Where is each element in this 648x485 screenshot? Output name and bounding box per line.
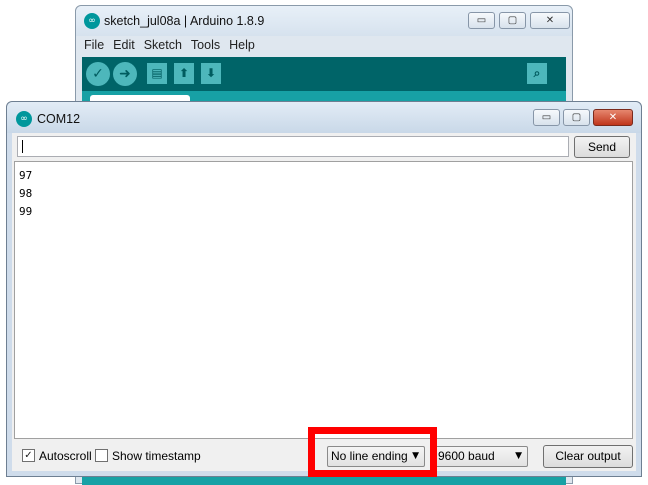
save-sketch-icon[interactable]: ⬇ — [201, 63, 221, 84]
baud-rate-value: 9600 baud — [438, 449, 495, 463]
serial-output-area[interactable]: 97 98 99 — [14, 161, 633, 439]
chevron-down-icon: ▼ — [412, 451, 419, 461]
serial-maximize-button[interactable]: ▢ — [563, 109, 590, 126]
output-line: 97 — [19, 169, 33, 182]
serial-window-title: COM12 — [37, 112, 81, 126]
serial-close-button[interactable]: ✕ — [593, 109, 633, 126]
line-ending-value: No line ending — [331, 449, 408, 463]
open-sketch-icon[interactable]: ⬆ — [174, 63, 194, 84]
arduino-logo-icon: ∞ — [16, 111, 32, 127]
menu-file[interactable]: File — [84, 38, 104, 52]
send-button[interactable]: Send — [574, 136, 630, 158]
serial-monitor-icon[interactable]: ⌕ — [527, 63, 547, 84]
ide-toolbar: ✓ ➜ ▤ ⬆ ⬇ ⌕ — [82, 57, 566, 91]
output-line: 99 — [19, 205, 33, 218]
ide-maximize-button[interactable]: ▢ — [499, 12, 526, 29]
autoscroll-checkbox[interactable]: ✓ — [22, 449, 35, 462]
ide-close-button[interactable]: ✕ — [530, 12, 570, 29]
clear-output-button[interactable]: Clear output — [543, 445, 633, 468]
serial-input-field[interactable] — [17, 136, 569, 157]
baud-rate-select[interactable]: 9600 baud ▼ — [434, 446, 528, 467]
autoscroll-label: Autoscroll — [39, 449, 92, 463]
upload-icon[interactable]: ➜ — [113, 62, 137, 86]
output-line: 98 — [19, 187, 33, 200]
line-ending-select[interactable]: No line ending ▼ — [327, 446, 425, 467]
menu-sketch[interactable]: Sketch — [144, 38, 182, 52]
menu-help[interactable]: Help — [229, 38, 255, 52]
ide-menubar: File Edit Sketch Tools Help — [84, 38, 255, 52]
menu-edit[interactable]: Edit — [113, 38, 135, 52]
ide-window-title: sketch_jul08a | Arduino 1.8.9 — [104, 14, 265, 28]
chevron-down-icon: ▼ — [515, 451, 522, 461]
serial-monitor-window: ∞ COM12 ▭ ▢ ✕ Send 97 98 99 ✓ Autoscroll… — [6, 101, 642, 477]
ide-titlebar[interactable]: ∞ sketch_jul08a | Arduino 1.8.9 ▭ ▢ ✕ — [76, 6, 572, 36]
text-caret — [22, 140, 23, 153]
serial-client-area: Send 97 98 99 ✓ Autoscroll Show timestam… — [12, 133, 636, 471]
verify-icon[interactable]: ✓ — [86, 62, 110, 86]
serial-titlebar[interactable]: ∞ COM12 ▭ ▢ ✕ — [7, 102, 641, 133]
show-timestamp-label: Show timestamp — [112, 449, 201, 463]
serial-footer: ✓ Autoscroll Show timestamp No line endi… — [12, 439, 636, 471]
serial-minimize-button[interactable]: ▭ — [533, 109, 560, 126]
new-sketch-icon[interactable]: ▤ — [147, 63, 167, 84]
show-timestamp-checkbox[interactable] — [95, 449, 108, 462]
menu-tools[interactable]: Tools — [191, 38, 220, 52]
arduino-logo-icon: ∞ — [84, 13, 100, 29]
ide-minimize-button[interactable]: ▭ — [468, 12, 495, 29]
